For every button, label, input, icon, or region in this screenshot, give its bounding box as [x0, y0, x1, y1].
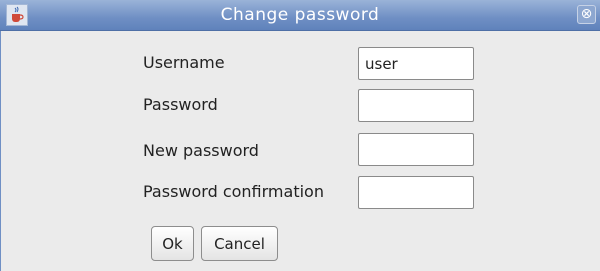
window-border [0, 31, 1, 271]
cancel-button[interactable]: Cancel [201, 226, 278, 261]
close-icon: ⊗ [580, 6, 593, 22]
password-field[interactable] [358, 89, 474, 122]
ok-button[interactable]: Ok [151, 226, 194, 261]
new-password-label: New password [143, 141, 259, 160]
dialog-title: Change password [220, 5, 380, 25]
change-password-dialog: Change password ⊗ Username Password New … [0, 0, 600, 271]
close-button[interactable]: ⊗ [577, 5, 596, 24]
username-label: Username [143, 53, 225, 72]
password-confirmation-label: Password confirmation [143, 182, 324, 201]
password-label: Password [143, 95, 218, 114]
password-confirmation-field[interactable] [358, 176, 474, 209]
title-bar[interactable]: Change password ⊗ [0, 0, 600, 31]
username-field[interactable] [358, 47, 474, 80]
new-password-field[interactable] [358, 133, 474, 166]
